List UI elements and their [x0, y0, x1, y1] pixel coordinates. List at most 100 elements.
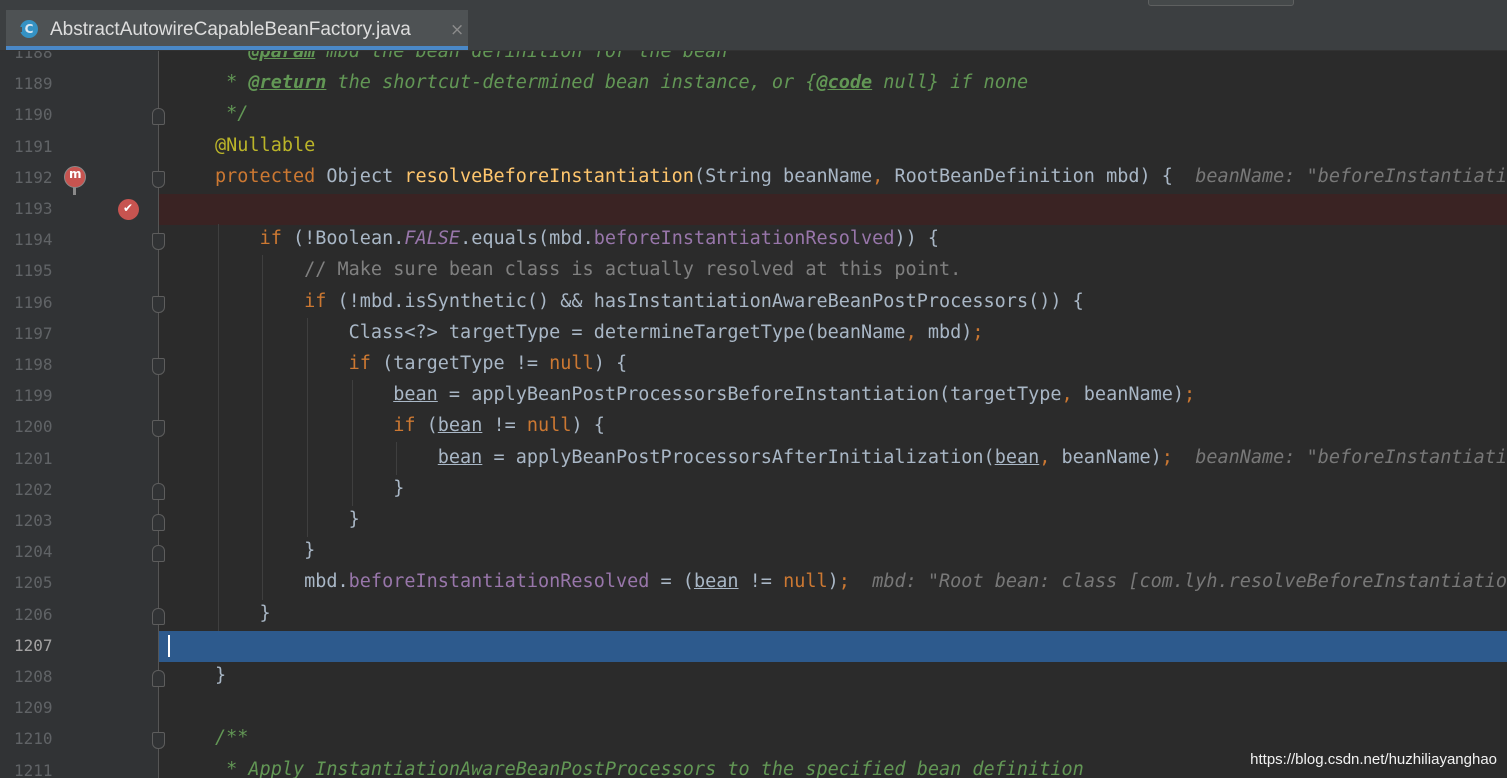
- code-line[interactable]: 1201 bean = applyBeanPostProcessorsAfter…: [0, 444, 1507, 475]
- line-number: 1198: [14, 355, 53, 374]
- code-token: }: [215, 509, 360, 530]
- toolbar-search-box[interactable]: [1148, 0, 1294, 6]
- line-number: 1191: [14, 136, 53, 156]
- code-text[interactable]: @Nullable: [215, 135, 315, 156]
- code-text[interactable]: }: [215, 540, 315, 561]
- line-number: 1196: [14, 292, 53, 312]
- code-token: null: [526, 415, 572, 437]
- code-text[interactable]: }: [215, 478, 404, 499]
- line-number: 1190: [14, 105, 53, 125]
- code-text[interactable]: if (!mbd.isSynthetic() && hasInstantiati…: [215, 291, 1084, 312]
- code-line[interactable]: 1199 bean = applyBeanPostProcessorsBefor…: [0, 381, 1507, 412]
- fold-marker-icon[interactable]: [152, 295, 165, 313]
- code-text[interactable]: bean = applyBeanPostProcessorsAfterIniti…: [215, 447, 1507, 468]
- method-breakpoint-icon[interactable]: m: [64, 165, 86, 195]
- code-text[interactable]: @param mbd the bean definition for the b…: [215, 51, 727, 62]
- code-line[interactable]: 1206 }: [0, 600, 1507, 631]
- breakpoint-icon[interactable]: ✔: [118, 199, 139, 220]
- close-tab-icon[interactable]: ×: [450, 20, 464, 40]
- code-line[interactable]: 1191 @Nullable: [0, 132, 1507, 163]
- code-line[interactable]: 1209: [0, 693, 1507, 724]
- fold-marker-icon[interactable]: [152, 514, 165, 531]
- line-number: 1206: [14, 604, 53, 624]
- code-text[interactable]: if (!Boolean.FALSE.equals(mbd.beforeInst…: [215, 228, 939, 249]
- code-line[interactable]: 1194 if (!Boolean.FALSE.equals(mbd.befor…: [0, 225, 1507, 256]
- title-bar: [0, 0, 1507, 10]
- line-number: 1192: [14, 167, 53, 187]
- code-token: beforeInstantiationResolved: [593, 228, 895, 250]
- line-number: 1205: [14, 573, 53, 593]
- tab-abstract-autowire-capable-bean-factory[interactable]: C AbstractAutowireCapableBeanFactory.jav…: [6, 10, 468, 50]
- fold-marker-icon[interactable]: [152, 545, 165, 563]
- code-token: bean: [693, 571, 739, 593]
- code-token: mbd the bean definition for the bean: [315, 51, 728, 62]
- code-line[interactable]: 1205 mbd.beforeInstantiationResolved = (…: [0, 568, 1507, 599]
- code-line[interactable]: 1204 }: [0, 537, 1507, 568]
- code-text[interactable]: mbd.beforeInstantiationResolved = (bean …: [215, 571, 1507, 592]
- code-token: !=: [738, 571, 784, 593]
- fold-marker-icon[interactable]: [152, 732, 165, 750]
- watermark: https://blog.csdn.net/huzhiliayanghao: [1250, 751, 1497, 768]
- fold-marker-icon[interactable]: [152, 170, 165, 188]
- code-text[interactable]: if (targetType != null) {: [215, 353, 627, 374]
- code-token: beanName: "beforeInstantiation": [1195, 165, 1507, 187]
- code-text[interactable]: // Make sure bean class is actually reso…: [215, 259, 961, 280]
- fold-marker-icon[interactable]: [152, 670, 165, 687]
- fold-marker-icon[interactable]: [152, 607, 165, 625]
- line-number: 1199: [14, 386, 53, 406]
- fold-marker-icon[interactable]: [152, 358, 165, 375]
- code-token: bean: [437, 446, 483, 468]
- fold-marker-icon[interactable]: [152, 233, 165, 251]
- code-text[interactable]: if (bean != null) {: [215, 415, 605, 436]
- code-text[interactable]: /**: [215, 727, 248, 748]
- code-token: (targetType !=: [370, 353, 550, 374]
- code-token: ;: [838, 571, 850, 593]
- fold-marker-icon[interactable]: [152, 482, 165, 500]
- code-token: ;: [1184, 384, 1196, 406]
- code-line[interactable]: 1200 if (bean != null) {: [0, 412, 1507, 443]
- line-number: 1209: [14, 698, 53, 718]
- code-text[interactable]: Class<?> targetType = determineTargetTyp…: [215, 322, 984, 343]
- text-caret: [168, 634, 170, 657]
- code-token: = applyBeanPostProcessorsBeforeInstantia…: [437, 384, 1062, 406]
- code-token: = (: [649, 571, 694, 593]
- line-number: 1195: [14, 261, 53, 281]
- code-token: beanName): [1050, 446, 1162, 468]
- code-token: ) {: [593, 353, 628, 374]
- code-line[interactable]: 1202 }: [0, 475, 1507, 506]
- code-text[interactable]: protected Object resolveBeforeInstantiat…: [215, 166, 1507, 187]
- code-text[interactable]: */: [215, 103, 248, 124]
- code-text[interactable]: }: [215, 603, 271, 624]
- code-token: if: [259, 228, 282, 250]
- code-line[interactable]: 1197 Class<?> targetType = determineTarg…: [0, 319, 1507, 350]
- code-token: (!mbd.isSynthetic() && hasInstantiationA…: [326, 290, 1084, 312]
- code-token: Class<?> targetType = determineTargetTyp…: [215, 321, 906, 343]
- code-line[interactable]: 1203 }: [0, 506, 1507, 537]
- code-editor[interactable]: 1188 @param mbd the bean definition for …: [0, 51, 1507, 778]
- code-text[interactable]: }: [215, 665, 226, 686]
- code-text[interactable]: * @return the shortcut-determined bean i…: [215, 72, 1028, 93]
- code-line[interactable]: 1195 // Make sure bean class is actually…: [0, 256, 1507, 287]
- code-line[interactable]: 1208}: [0, 662, 1507, 693]
- code-line[interactable]: 1189 * @return the shortcut-determined b…: [0, 69, 1507, 100]
- line-number: 1200: [14, 417, 53, 437]
- editor-tab-bar: C AbstractAutowireCapableBeanFactory.jav…: [0, 10, 1507, 51]
- code-line[interactable]: 1192 protected Object resolveBeforeInstan…: [0, 163, 1507, 194]
- line-number: 1197: [14, 323, 53, 343]
- code-token: bean: [393, 384, 438, 406]
- code-text[interactable]: bean = applyBeanPostProcessorsBeforeInst…: [215, 384, 1195, 405]
- code-line[interactable]: 1198 if (targetType != null) {: [0, 350, 1507, 381]
- fold-marker-icon[interactable]: [152, 420, 165, 438]
- code-line[interactable]: 1188 @param mbd the bean definition for …: [0, 51, 1507, 69]
- code-text[interactable]: * Apply InstantiationAwareBeanPostProces…: [215, 759, 1084, 778]
- code-token: // Make sure bean class is actually reso…: [304, 259, 962, 281]
- code-line[interactable]: 1196 if (!mbd.isSynthetic() && hasInstan…: [0, 288, 1507, 319]
- code-token: FALSE: [404, 228, 461, 250]
- code-token: ,: [1039, 446, 1051, 468]
- indent-guide: [262, 255, 263, 600]
- code-text[interactable]: }: [215, 509, 360, 530]
- code-token: @code: [816, 72, 873, 94]
- fold-marker-icon[interactable]: [152, 108, 165, 126]
- code-line[interactable]: 1190 */: [0, 100, 1507, 131]
